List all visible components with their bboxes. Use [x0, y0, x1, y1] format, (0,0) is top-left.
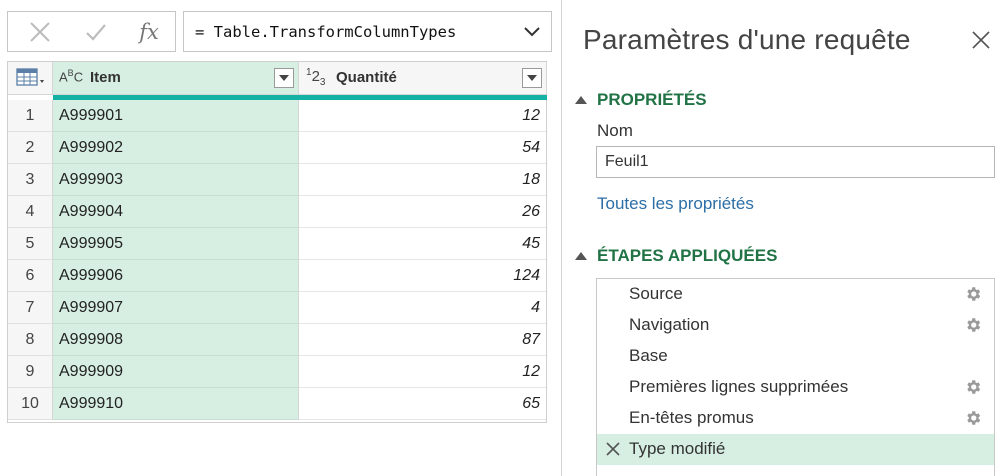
- applied-step-label: Base: [629, 346, 668, 365]
- table-row[interactable]: 4 A999904 26: [8, 196, 546, 228]
- cell-quantite[interactable]: 12: [299, 356, 546, 388]
- row-number[interactable]: 8: [8, 324, 53, 356]
- applied-step-label: En-têtes promus: [629, 408, 754, 427]
- all-properties-link[interactable]: Toutes les propriétés: [597, 194, 754, 214]
- table-row[interactable]: 10 A999910 65: [8, 388, 546, 420]
- chevron-down-icon[interactable]: [523, 25, 541, 39]
- gear-icon[interactable]: [964, 378, 982, 396]
- applied-step-item[interactable]: Source: [597, 279, 994, 310]
- collapse-properties-icon[interactable]: [575, 96, 587, 104]
- data-grid: ABC Item 123 Quantité 1 A999901 12 2 A999902…: [7, 61, 547, 423]
- dropdown-arrow-icon: [279, 74, 289, 81]
- formula-bar[interactable]: = Table.TransformColumnTypes: [183, 11, 552, 52]
- delete-step-icon[interactable]: [606, 442, 620, 456]
- cell-quantite[interactable]: 65: [299, 388, 546, 420]
- number-type-icon[interactable]: 123: [306, 67, 325, 88]
- cancel-formula-button[interactable]: [16, 12, 64, 51]
- table-row[interactable]: 3 A999903 18: [8, 164, 546, 196]
- column-header-item[interactable]: ABC Item: [53, 62, 299, 95]
- table-row[interactable]: 1 A999901 12: [8, 100, 546, 132]
- formula-text[interactable]: = Table.TransformColumnTypes: [195, 23, 456, 41]
- table-row[interactable]: 5 A999905 45: [8, 228, 546, 260]
- row-number[interactable]: 4: [8, 196, 53, 228]
- applied-step-item[interactable]: Type modifié: [597, 434, 994, 465]
- query-settings-pane: Paramètres d'une requête PROPRIÉTÉS Nom …: [561, 0, 1000, 476]
- properties-header: PROPRIÉTÉS: [597, 90, 707, 109]
- row-number[interactable]: 2: [8, 132, 53, 164]
- row-number[interactable]: 10: [8, 388, 53, 420]
- cell-item[interactable]: A999903: [53, 164, 299, 196]
- cell-quantite[interactable]: 45: [299, 228, 546, 260]
- row-number[interactable]: 7: [8, 292, 53, 324]
- cell-quantite[interactable]: 12: [299, 100, 546, 132]
- commit-formula-button[interactable]: [72, 12, 120, 51]
- table-row[interactable]: 7 A999907 4: [8, 292, 546, 324]
- applied-step-label: Navigation: [629, 315, 710, 334]
- table-row[interactable]: 9 A999909 12: [8, 356, 546, 388]
- cell-quantite[interactable]: 87: [299, 324, 546, 356]
- cell-item[interactable]: A999901: [53, 100, 299, 132]
- pane-title: Paramètres d'une requête: [583, 24, 911, 55]
- cell-quantite[interactable]: 124: [299, 260, 546, 292]
- gear-icon[interactable]: [964, 285, 982, 303]
- row-number[interactable]: 1: [8, 100, 53, 132]
- table-row[interactable]: 6 A999906 124: [8, 260, 546, 292]
- cancel-icon: [30, 21, 50, 42]
- column-header-label: Item: [90, 69, 121, 86]
- cell-item[interactable]: A999910: [53, 388, 299, 420]
- cell-quantite[interactable]: 18: [299, 164, 546, 196]
- collapse-steps-icon[interactable]: [575, 252, 587, 260]
- close-icon[interactable]: [972, 31, 990, 49]
- applied-step-item[interactable]: Base: [597, 341, 994, 372]
- column-filter-button[interactable]: [274, 68, 294, 88]
- insert-function-button[interactable]: fx: [126, 12, 172, 51]
- text-type-icon[interactable]: ABC: [59, 68, 83, 84]
- table-icon: [16, 68, 44, 86]
- table-row[interactable]: 8 A999908 87: [8, 324, 546, 356]
- row-number[interactable]: 9: [8, 356, 53, 388]
- table-menu-button[interactable]: [8, 62, 53, 95]
- cell-item[interactable]: A999908: [53, 324, 299, 356]
- cell-item[interactable]: A999906: [53, 260, 299, 292]
- table-row[interactable]: 2 A999902 54: [8, 132, 546, 164]
- editor-pane: fx = Table.TransformColumnTypes ABC Item: [0, 0, 560, 476]
- applied-step-item[interactable]: En-têtes promus: [597, 403, 994, 434]
- row-number[interactable]: 3: [8, 164, 53, 196]
- cell-item[interactable]: A999909: [53, 356, 299, 388]
- name-label: Nom: [597, 121, 633, 140]
- cell-item[interactable]: A999905: [53, 228, 299, 260]
- cell-item[interactable]: A999907: [53, 292, 299, 324]
- applied-steps-header: ÉTAPES APPLIQUÉES: [597, 246, 778, 265]
- cell-quantite[interactable]: 4: [299, 292, 546, 324]
- query-name-input[interactable]: [596, 146, 995, 178]
- cell-quantite[interactable]: 54: [299, 132, 546, 164]
- gear-icon[interactable]: [964, 409, 982, 427]
- column-header-quantite[interactable]: 123 Quantité: [299, 62, 547, 95]
- row-number[interactable]: 5: [8, 228, 53, 260]
- formula-controls: fx: [7, 11, 176, 52]
- cell-quantite[interactable]: 26: [299, 196, 546, 228]
- gear-icon[interactable]: [964, 316, 982, 334]
- applied-step-item[interactable]: Premières lignes supprimées: [597, 372, 994, 403]
- cell-item[interactable]: A999904: [53, 196, 299, 228]
- applied-step-item[interactable]: Navigation: [597, 310, 994, 341]
- column-header-label: Quantité: [336, 69, 397, 86]
- applied-steps-list: Source Navigation Base Premières lignes sup…: [596, 278, 995, 476]
- applied-step-label: Source: [629, 284, 683, 303]
- dropdown-arrow-icon: [527, 74, 537, 81]
- applied-step-label: Type modifié: [629, 439, 726, 458]
- applied-step-label: Premières lignes supprimées: [629, 377, 849, 396]
- cell-item[interactable]: A999902: [53, 132, 299, 164]
- column-filter-button[interactable]: [522, 68, 542, 88]
- row-number[interactable]: 6: [8, 260, 53, 292]
- checkmark-icon: [86, 23, 106, 41]
